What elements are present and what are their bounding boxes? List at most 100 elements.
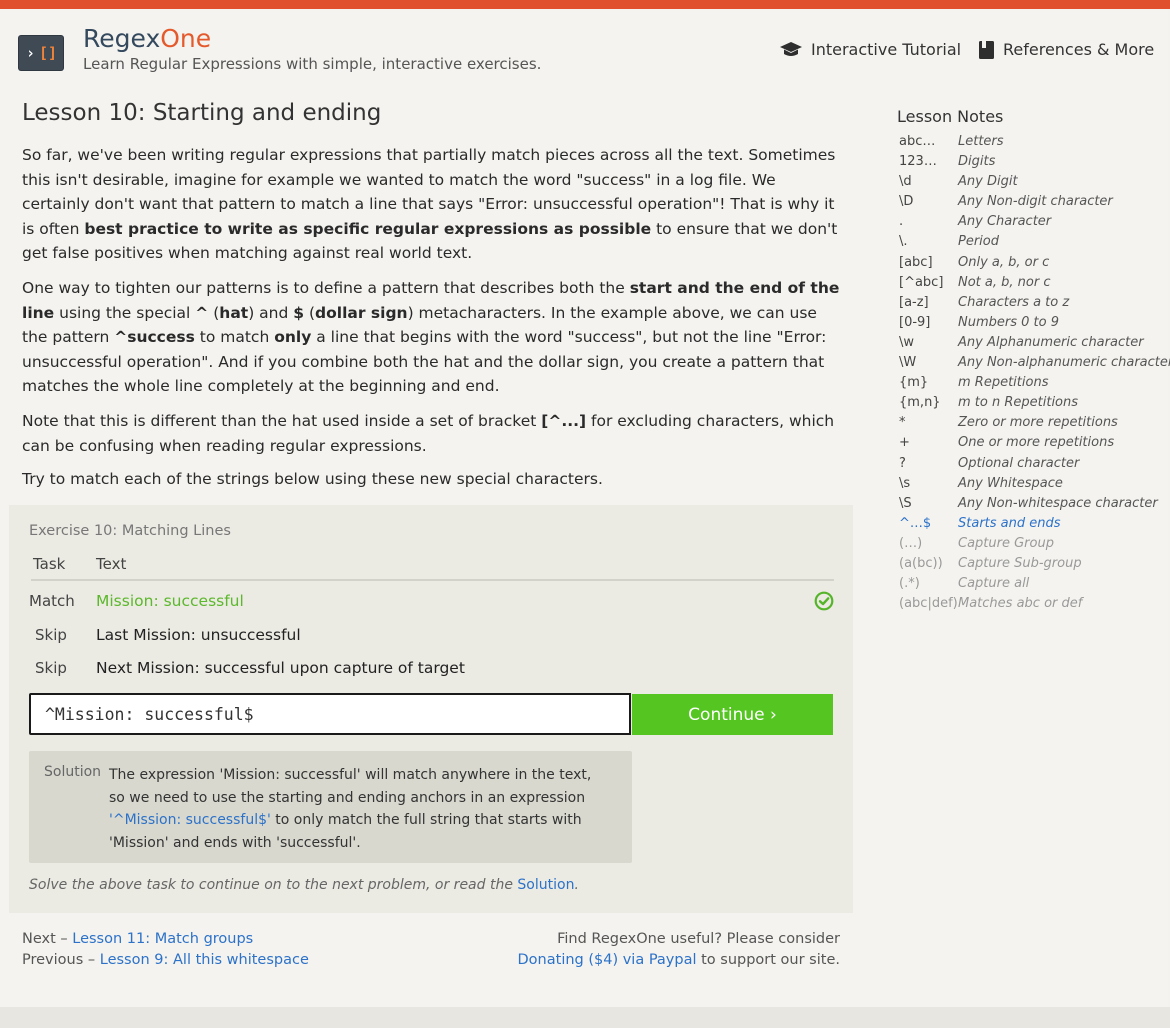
note-description: Any Non-digit character <box>958 194 1113 210</box>
brand-main: Regex <box>83 24 161 53</box>
table-row: Skip Next Mission: successful upon captu… <box>29 654 834 682</box>
task-text: Last Mission: unsuccessful <box>96 626 301 644</box>
lesson-notes-title: Lesson Notes <box>897 107 1004 126</box>
note-syntax: \. <box>899 234 908 250</box>
lesson-note-item[interactable]: \w Any Alphanumeric character <box>899 333 1169 353</box>
text-run: ) and <box>248 303 294 322</box>
note-syntax: + <box>899 435 910 451</box>
note-syntax: (abc|def) <box>899 596 958 612</box>
note-description: Digits <box>958 154 996 170</box>
prev-lesson-link[interactable]: Lesson 9: All this whitespace <box>100 952 309 968</box>
note-description: Not a, b, nor c <box>958 274 1051 290</box>
emphasis: best practice to write as specific regul… <box>84 219 652 238</box>
prev-lesson-line: Previous – Lesson 9: All this whitespace <box>22 950 309 971</box>
table-row: Match Mission: successful <box>29 587 834 615</box>
note-syntax: [^abc] <box>899 274 944 290</box>
lesson-note-item[interactable]: (…) Capture Group <box>899 534 1169 554</box>
note-description: Any Non-whitespace character <box>958 495 1158 511</box>
note-description: Capture all <box>958 576 1030 592</box>
text-run: to match <box>194 328 275 346</box>
donate-line-2: Donating ($4) via Paypal to support our … <box>518 950 840 971</box>
solution-link[interactable]: Solution <box>517 877 574 893</box>
lesson-note-item[interactable]: (.*) Capture all <box>899 574 1169 594</box>
lesson-note-item[interactable]: (a(bc)) Capture Sub-group <box>899 554 1169 574</box>
lesson-paragraph-4: Try to match each of the strings below u… <box>22 470 603 488</box>
brand-title[interactable]: RegexOne <box>83 24 211 54</box>
note-description: Letters <box>958 134 1004 149</box>
lesson-note-item[interactable]: (abc|def) Matches abc or def <box>899 594 1169 614</box>
note-syntax: {m,n} <box>899 395 941 411</box>
next-lesson-link[interactable]: Lesson 11: Match groups <box>72 931 253 947</box>
note-syntax: * <box>899 415 906 431</box>
lesson-note-item[interactable]: \d Any Digit <box>899 172 1169 192</box>
lesson-note-item[interactable]: [abc] Only a, b, or c <box>899 253 1169 273</box>
emphasis: $ <box>293 303 305 322</box>
note-syntax: 123… <box>899 154 937 170</box>
lesson-note-item[interactable]: . Any Character <box>899 212 1169 232</box>
note-syntax: \W <box>899 355 917 371</box>
lesson-note-item[interactable]: \. Period <box>899 232 1169 252</box>
donate-link[interactable]: Donating ($4) via Paypal <box>518 952 697 968</box>
note-syntax: ? <box>899 455 906 471</box>
task-text: Next Mission: successful upon capture of… <box>96 659 465 677</box>
lesson-title: Lesson 10: Starting and ending <box>22 100 382 126</box>
regex-input[interactable] <box>29 693 631 735</box>
lesson-note-item[interactable]: [^abc] Not a, b, nor c <box>899 273 1169 293</box>
text-run: Previous – <box>22 952 100 968</box>
lesson-note-item[interactable]: abc… Letters <box>899 132 1169 152</box>
lesson-note-item[interactable]: * Zero or more repetitions <box>899 413 1169 433</box>
text-run: Next – <box>22 931 73 947</box>
note-syntax: ^…$ <box>899 515 932 531</box>
note-description: Optional character <box>958 455 1080 471</box>
book-icon <box>979 41 994 59</box>
note-description: Characters a to z <box>958 294 1070 310</box>
note-syntax: (…) <box>899 535 923 551</box>
lesson-note-item[interactable]: \D Any Non-digit character <box>899 192 1169 212</box>
note-description: Any Whitespace <box>958 475 1063 491</box>
note-description: m Repetitions <box>958 375 1049 391</box>
lesson-paragraph-2: One way to tighten our patterns is to de… <box>22 276 842 399</box>
note-description: Any Alphanumeric character <box>958 334 1144 350</box>
table-divider <box>31 579 834 581</box>
emphasis: ^ <box>195 303 209 322</box>
task-label: Skip <box>35 626 67 644</box>
lesson-note-item[interactable]: 123… Digits <box>899 152 1169 172</box>
note-description: Starts and ends <box>958 515 1061 531</box>
nav-tutorial-label: Interactive Tutorial <box>811 40 962 59</box>
note-description: Numbers 0 to 9 <box>958 314 1059 330</box>
lesson-note-item[interactable]: \s Any Whitespace <box>899 474 1169 494</box>
nav-references-label: References & More <box>1003 40 1155 59</box>
note-syntax: (a(bc)) <box>899 555 943 571</box>
tagline: Learn Regular Expressions with simple, i… <box>83 55 542 73</box>
solution-label: Solution <box>44 764 102 780</box>
note-syntax: \D <box>899 194 914 210</box>
nav-references[interactable]: References & More <box>978 40 1154 60</box>
lesson-note-item[interactable]: \W Any Non-alphanumeric character <box>899 353 1170 373</box>
note-description: One or more repetitions <box>958 435 1115 451</box>
lesson-note-item[interactable]: + One or more repetitions <box>899 433 1169 453</box>
lesson-note-item[interactable]: {m,n} m to n Repetitions <box>899 393 1169 413</box>
next-lesson-line: Next – Lesson 11: Match groups <box>22 929 309 950</box>
nav-interactive-tutorial[interactable]: Interactive Tutorial <box>779 40 961 60</box>
donate-message: Find RegexOne useful? Please consider Do… <box>518 929 840 971</box>
note-syntax: (.*) <box>899 576 920 592</box>
lesson-note-item[interactable]: [0-9] Numbers 0 to 9 <box>899 313 1169 333</box>
task-label: Match <box>29 592 75 610</box>
lesson-paragraph-1: So far, we've been writing regular expre… <box>22 143 842 266</box>
lesson-note-item[interactable]: {m} m Repetitions <box>899 373 1169 393</box>
solution-text: The expression 'Mission: successful' wil… <box>109 764 609 854</box>
donate-line-1: Find RegexOne useful? Please consider <box>557 931 840 947</box>
exercise-panel: Exercise 10: Matching Lines Task Text Ma… <box>9 505 853 913</box>
table-row: Skip Last Mission: unsuccessful <box>29 621 834 649</box>
note-description: Only a, b, or c <box>958 254 1050 270</box>
note-syntax: . <box>899 214 904 230</box>
lesson-note-item[interactable]: ^…$ Starts and ends <box>899 514 1169 534</box>
regex-logo-icon[interactable]: ›[] <box>19 36 63 70</box>
lesson-note-item[interactable]: ? Optional character <box>899 454 1169 474</box>
lesson-note-item[interactable]: \S Any Non-whitespace character <box>899 494 1169 514</box>
solution-box: Solution The expression 'Mission: succes… <box>29 751 632 863</box>
lesson-paragraph-3: Note that this is different than the hat… <box>22 409 842 458</box>
note-description: Capture Sub-group <box>958 555 1082 571</box>
continue-button[interactable]: Continue › <box>632 694 833 735</box>
lesson-note-item[interactable]: [a-z] Characters a to z <box>899 293 1169 313</box>
